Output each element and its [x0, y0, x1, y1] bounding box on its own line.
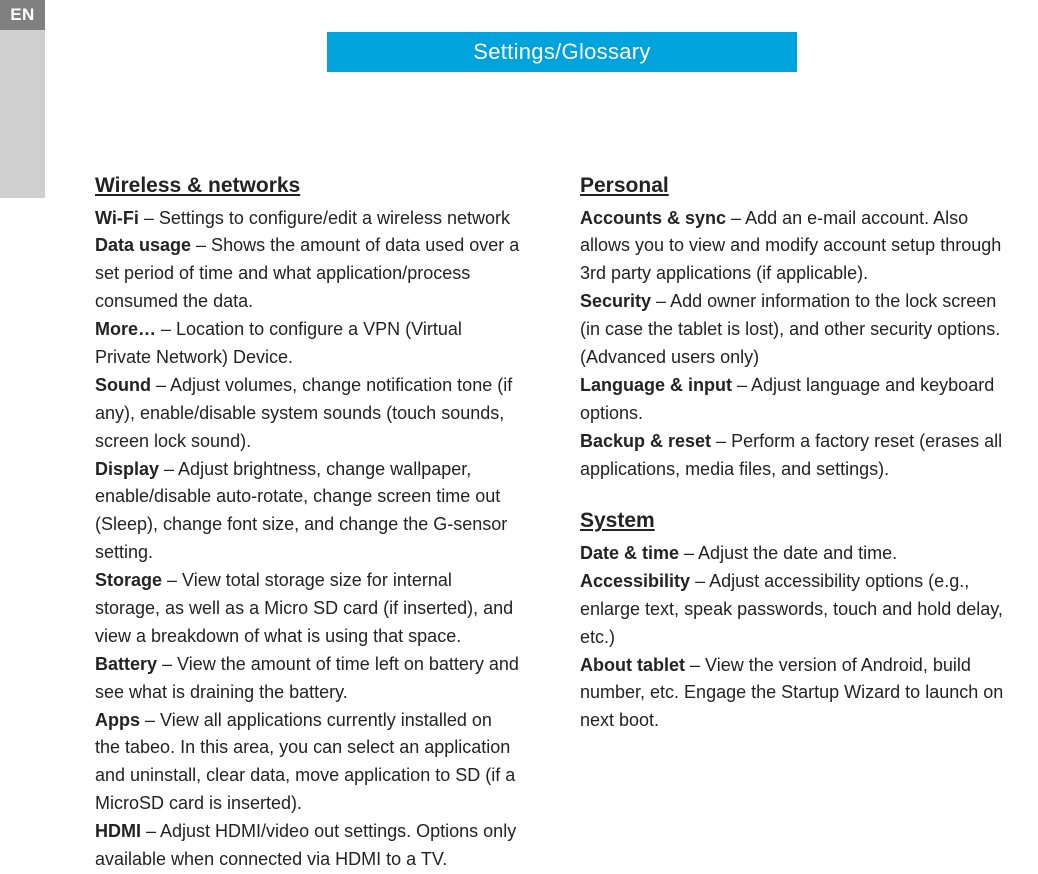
entry-backup-reset: Backup & reset – Perform a factory reset…	[580, 428, 1005, 484]
entry-battery: Battery – View the amount of time left o…	[95, 651, 520, 707]
label-apps: Apps	[95, 710, 140, 730]
label-wifi: Wi-Fi	[95, 208, 139, 228]
label-backup-reset: Backup & reset	[580, 431, 711, 451]
label-accounts-sync: Accounts & sync	[580, 208, 726, 228]
text-hdmi: – Adjust HDMI/video out settings. Option…	[95, 821, 516, 869]
label-language-input: Language & input	[580, 375, 732, 395]
entry-data-usage: Data usage – Shows the amount of data us…	[95, 232, 520, 316]
entry-apps: Apps – View all applications currently i…	[95, 707, 520, 819]
entry-about-tablet: About tablet – View the version of Andro…	[580, 652, 1005, 736]
left-column: Wireless & networks Wi-Fi – Settings to …	[95, 170, 520, 874]
entry-accounts-sync: Accounts & sync – Add an e-mail account.…	[580, 205, 1005, 289]
heading-personal: Personal	[580, 170, 1005, 203]
label-date-time: Date & time	[580, 543, 679, 563]
right-column: Personal Accounts & sync – Add an e-mail…	[580, 170, 1005, 874]
entry-storage: Storage – View total storage size for in…	[95, 567, 520, 651]
text-date-time: – Adjust the date and time.	[679, 543, 897, 563]
heading-wireless-networks: Wireless & networks	[95, 170, 520, 203]
label-storage: Storage	[95, 570, 162, 590]
entry-more: More… – Location to configure a VPN (Vir…	[95, 316, 520, 372]
label-data-usage: Data usage	[95, 235, 191, 255]
entry-language-input: Language & input – Adjust language and k…	[580, 372, 1005, 428]
entry-sound: Sound – Adjust volumes, change notificat…	[95, 372, 520, 456]
label-about-tablet: About tablet	[580, 655, 685, 675]
label-display: Display	[95, 459, 159, 479]
page-title: Settings/Glossary	[327, 32, 797, 72]
language-tag: EN	[0, 0, 45, 30]
heading-system: System	[580, 505, 1005, 538]
text-wifi: – Settings to configure/edit a wireless …	[139, 208, 510, 228]
content-columns: Wireless & networks Wi-Fi – Settings to …	[95, 170, 1005, 874]
entry-date-time: Date & time – Adjust the date and time.	[580, 540, 1005, 568]
entry-display: Display – Adjust brightness, change wall…	[95, 456, 520, 568]
entry-security: Security – Add owner information to the …	[580, 288, 1005, 372]
label-accessibility: Accessibility	[580, 571, 690, 591]
label-sound: Sound	[95, 375, 151, 395]
label-more: More…	[95, 319, 156, 339]
label-battery: Battery	[95, 654, 157, 674]
label-hdmi: HDMI	[95, 821, 141, 841]
entry-accessibility: Accessibility – Adjust accessibility opt…	[580, 568, 1005, 652]
text-sound: – Adjust volumes, change notification to…	[95, 375, 512, 451]
entry-wifi: Wi-Fi – Settings to configure/edit a wir…	[95, 205, 520, 233]
entry-hdmi: HDMI – Adjust HDMI/video out settings. O…	[95, 818, 520, 874]
label-security: Security	[580, 291, 651, 311]
text-battery: – View the amount of time left on batter…	[95, 654, 519, 702]
section-spacer	[580, 483, 1005, 505]
